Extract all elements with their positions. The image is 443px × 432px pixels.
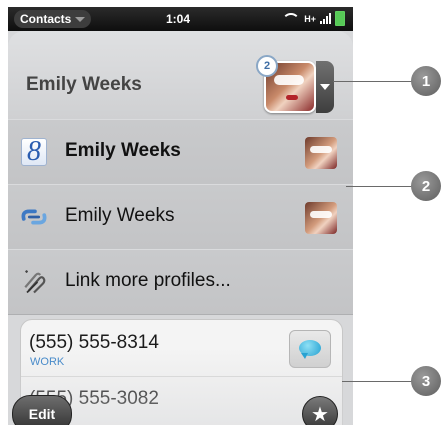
profile-label: Emily Weeks — [65, 140, 181, 161]
status-bar: Contacts 1:04 H+ — [8, 7, 353, 31]
linked-profiles-dropdown[interactable] — [316, 61, 334, 113]
edit-button[interactable]: Edit — [12, 395, 72, 425]
link-profiles-icon — [20, 268, 48, 296]
callout-2: 2 — [411, 171, 441, 201]
callout-3: 3 — [411, 366, 441, 396]
linked-profiles-count-badge: 2 — [256, 55, 278, 77]
lips-detail — [286, 95, 298, 100]
chevron-down-icon — [75, 16, 86, 22]
profile-thumbnail — [305, 137, 337, 169]
battery-icon — [335, 11, 345, 26]
link-more-profiles-row[interactable]: Link more profiles... — [8, 249, 353, 315]
signal-icon — [320, 13, 331, 24]
device-screen: Contacts 1:04 H+ Emily Weeks 2 8 Emily W… — [8, 7, 353, 425]
profile-row-google[interactable]: 8 Emily Weeks — [8, 119, 353, 185]
status-indicators[interactable]: H+ — [282, 11, 345, 26]
callout-1: 1 — [411, 66, 441, 96]
profile-thumbnail — [305, 202, 337, 234]
synergy-link-icon — [20, 203, 48, 231]
contact-name: Emily Weeks — [26, 74, 142, 95]
app-menu-button[interactable]: Contacts — [14, 10, 92, 28]
star-icon: ★ — [311, 403, 329, 426]
message-button[interactable] — [289, 330, 331, 368]
link-more-profiles-label: Link more profiles... — [65, 270, 231, 291]
callout-line-3 — [342, 381, 413, 382]
contact-header: Emily Weeks 2 — [8, 31, 353, 120]
profile-label: Emily Weeks — [65, 205, 175, 226]
clock: 1:04 — [166, 12, 191, 26]
app-name: Contacts — [20, 12, 72, 26]
dropdown-arrow-icon — [320, 84, 330, 90]
callout-line-2 — [346, 186, 413, 187]
phone-type-label: WORK — [30, 356, 65, 368]
phone-row-work[interactable]: (555) 555-8314 WORK — [21, 320, 342, 377]
callout-line-1 — [333, 81, 413, 82]
network-type: H+ — [304, 13, 316, 24]
wifi-icon — [282, 12, 301, 25]
sunglasses-detail — [274, 75, 304, 85]
phone-number: (555) 555-8314 — [29, 332, 159, 353]
favorite-star-button[interactable]: ★ — [302, 396, 338, 425]
google-icon: 8 — [20, 136, 48, 167]
profile-row-synergy[interactable]: Emily Weeks — [8, 184, 353, 250]
